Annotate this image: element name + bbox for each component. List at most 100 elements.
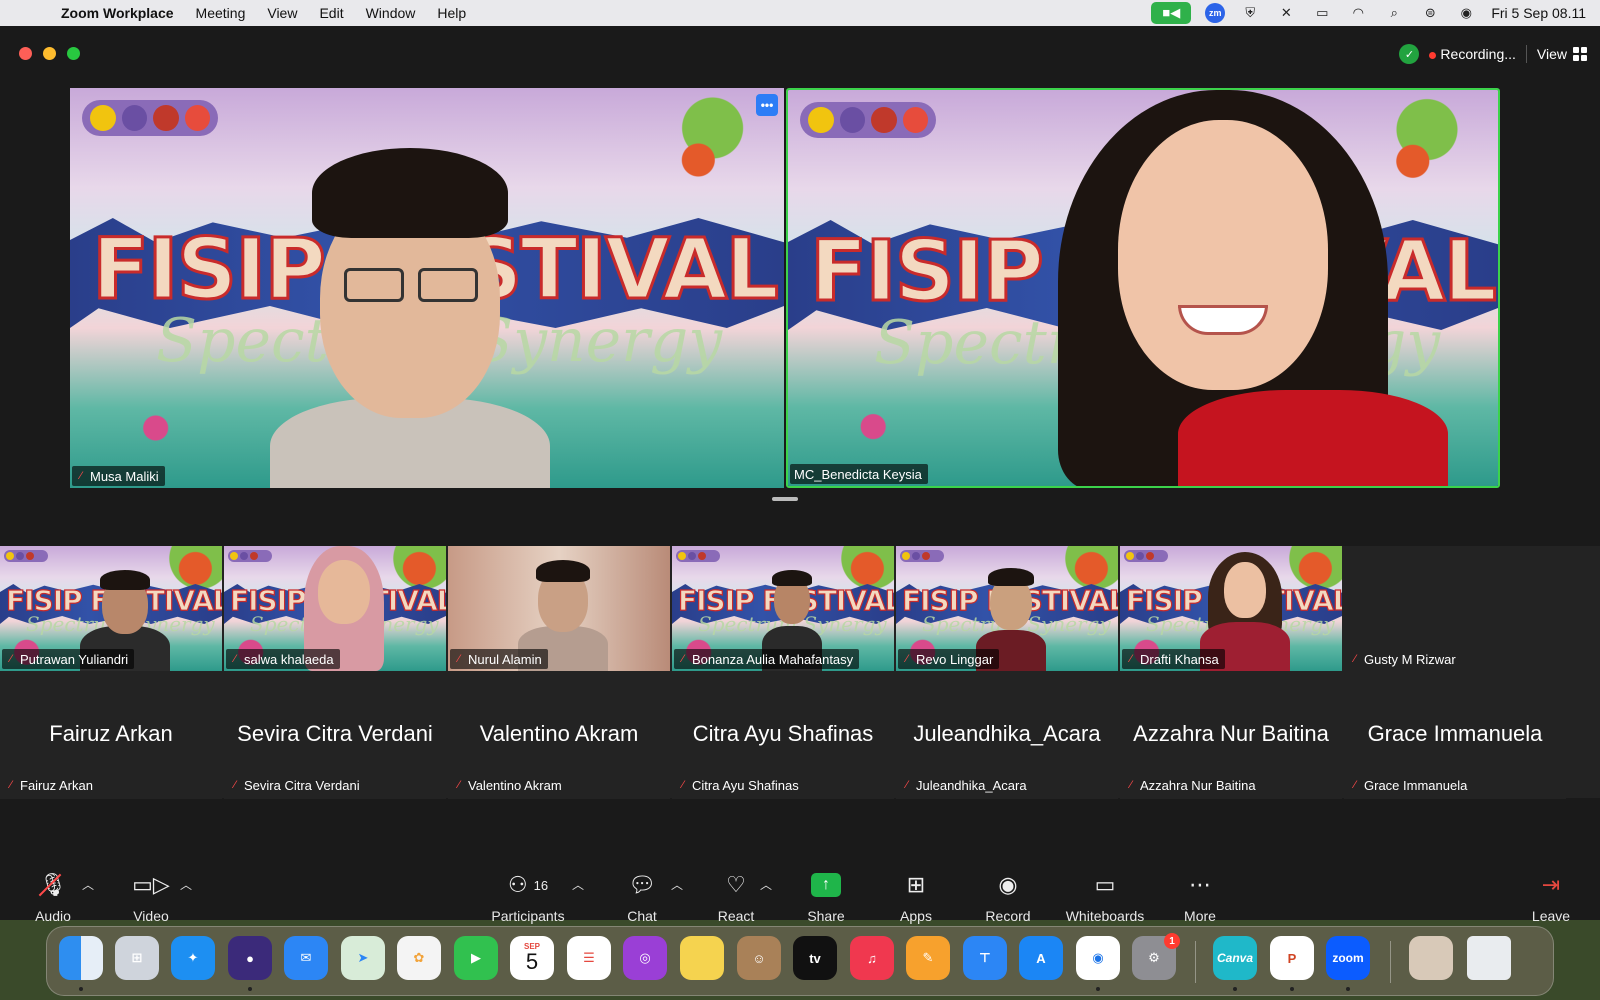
siri-icon[interactable]: ◉ bbox=[1455, 4, 1477, 22]
speaker-tile[interactable]: FISIP FESTIVAL 2025 Spectrum Synergy •••… bbox=[70, 88, 784, 488]
participants-options-caret-icon[interactable]: ︿ bbox=[572, 876, 584, 893]
bluetooth-off-icon[interactable]: ✕ bbox=[1275, 4, 1297, 22]
mic-muted-icon: ⁄ bbox=[1354, 779, 1356, 791]
participant-name-label: ⁄ Valentino Akram bbox=[450, 775, 568, 795]
menu-help[interactable]: Help bbox=[437, 5, 466, 21]
view-button[interactable]: View bbox=[1537, 46, 1587, 62]
share-button[interactable]: ↑ Share bbox=[781, 870, 871, 924]
menu-view[interactable]: View bbox=[267, 5, 297, 21]
participants-count: 16 bbox=[533, 877, 549, 893]
participant-tile[interactable]: Fairuz Arkan ⁄ Fairuz Arkan bbox=[0, 674, 222, 799]
canva-icon[interactable]: Canva bbox=[1213, 936, 1257, 980]
participants-button[interactable]: ⚇ 16 Participants bbox=[473, 870, 583, 924]
participant-name-label: ⁄ Fairuz Arkan bbox=[2, 775, 99, 795]
more-button[interactable]: ⋯ More bbox=[1155, 870, 1245, 924]
calendar-icon[interactable]: SEP 5 bbox=[510, 936, 554, 980]
security-shield-icon[interactable]: ⛨ bbox=[1239, 4, 1261, 22]
more-dots-icon: ⋯ bbox=[1189, 872, 1211, 897]
firefox-icon[interactable]: ● bbox=[228, 936, 272, 980]
mic-muted-icon: ⁄ bbox=[906, 653, 908, 665]
participant-name-label: ⁄ Drafti Khansa bbox=[1122, 649, 1225, 669]
participant-tile[interactable]: Citra Ayu Shafinas ⁄ Citra Ayu Shafinas bbox=[672, 674, 894, 799]
participant-name-label: ⁄ Juleandhika_Acara bbox=[898, 775, 1033, 795]
participant-tile[interactable]: FISIP FESTIVAL 2025Spectrum Synergy ⁄Bon… bbox=[672, 546, 894, 671]
participant-tile[interactable]: FISIP FESTIVAL 2025Spectrum Synergy ⁄Put… bbox=[0, 546, 222, 671]
apple-tv-icon[interactable]: tv bbox=[793, 936, 837, 980]
participant-tile[interactable]: Grace Immanuela ⁄ Grace Immanuela bbox=[1344, 674, 1566, 799]
mail-icon[interactable]: ✉ bbox=[284, 936, 328, 980]
wifi-icon[interactable]: ◠ bbox=[1347, 4, 1369, 22]
menu-meeting[interactable]: Meeting bbox=[196, 5, 246, 21]
record-button[interactable]: ◉ Record bbox=[963, 870, 1053, 924]
recent-document-thumbnail-icon[interactable] bbox=[1409, 936, 1453, 980]
macos-dock: ⊞ ✦ ● ✉ ➤ ✿ ▶ SEP 5 ☰ ◎ ☺ tv ♫ ✎ ⊤ A ◉ ⚙… bbox=[46, 926, 1554, 996]
participant-display-name: Citra Ayu Shafinas bbox=[692, 721, 874, 746]
participant-tile[interactable]: Valentino Akram ⁄ Valentino Akram bbox=[448, 674, 670, 799]
keynote-icon[interactable]: ⊤ bbox=[963, 936, 1007, 980]
festival-logo-icon bbox=[871, 107, 897, 133]
maps-icon[interactable]: ➤ bbox=[341, 936, 385, 980]
chat-options-caret-icon[interactable]: ︿ bbox=[671, 876, 683, 893]
window-minimize-button[interactable] bbox=[43, 47, 56, 60]
zoom-menu-icon[interactable]: zm bbox=[1205, 3, 1226, 23]
facetime-icon[interactable]: ▶ bbox=[454, 936, 498, 980]
notes-icon[interactable] bbox=[680, 936, 724, 980]
leave-button[interactable]: ⇥ Leave bbox=[1506, 870, 1596, 924]
photos-icon[interactable]: ✿ bbox=[397, 936, 441, 980]
finder-icon[interactable] bbox=[59, 936, 103, 980]
faculty-logo-icon bbox=[839, 107, 865, 133]
app-menu[interactable]: Zoom Workplace bbox=[61, 5, 174, 21]
music-icon[interactable]: ♫ bbox=[850, 936, 894, 980]
app-store-icon[interactable]: A bbox=[1019, 936, 1063, 980]
react-options-caret-icon[interactable]: ︿ bbox=[760, 876, 772, 893]
tile-more-options-button[interactable]: ••• bbox=[756, 94, 778, 116]
whiteboards-button[interactable]: ▭ Whiteboards bbox=[1050, 870, 1160, 924]
safari-icon[interactable]: ✦ bbox=[171, 936, 215, 980]
control-center-icon[interactable]: ⊜ bbox=[1419, 4, 1441, 22]
podcasts-icon[interactable]: ◎ bbox=[623, 936, 667, 980]
zoom-icon[interactable]: zoom bbox=[1326, 936, 1370, 980]
active-speaker-tile[interactable]: FISIP FESTIVAL 2025 Spectrum Synergy MC_… bbox=[786, 88, 1500, 488]
festival-logo-icon bbox=[153, 105, 179, 131]
participant-tile[interactable]: ⁄ Gusty M Rizwar bbox=[1344, 546, 1566, 671]
launchpad-icon[interactable]: ⊞ bbox=[115, 936, 159, 980]
mic-muted-icon: ⁄ bbox=[906, 779, 908, 791]
participant-tile[interactable]: Azzahra Nur Baitina ⁄ Azzahra Nur Baitina bbox=[1120, 674, 1342, 799]
menu-window[interactable]: Window bbox=[366, 5, 416, 21]
spotlight-search-icon[interactable]: ⌕ bbox=[1383, 4, 1405, 22]
participant-name-label: ⁄ Azzahra Nur Baitina bbox=[1122, 775, 1262, 795]
panel-resize-handle[interactable] bbox=[772, 497, 798, 501]
participant-tile[interactable]: FISIP FESTIVAL 2025Spectrum Synergy ⁄sal… bbox=[224, 546, 446, 671]
chrome-icon[interactable]: ◉ bbox=[1076, 936, 1120, 980]
participant-name-label: ⁄ Grace Immanuela bbox=[1346, 775, 1473, 795]
audio-options-caret-icon[interactable]: ︿ bbox=[82, 876, 94, 893]
powerpoint-icon[interactable]: P bbox=[1270, 936, 1314, 980]
recording-status[interactable]: Recording... bbox=[1429, 46, 1516, 62]
running-indicator bbox=[248, 987, 252, 991]
trash-icon[interactable] bbox=[1467, 936, 1511, 980]
running-indicator bbox=[1096, 987, 1100, 991]
running-indicator bbox=[1290, 987, 1294, 991]
window-close-button[interactable] bbox=[19, 47, 32, 60]
participant-display-name: Juleandhika_Acara bbox=[913, 721, 1101, 746]
participant-tile[interactable]: FISIP FESTIVAL 2025Spectrum Synergy ⁄Dra… bbox=[1120, 546, 1342, 671]
video-options-caret-icon[interactable]: ︿ bbox=[180, 876, 192, 893]
zoom-video-status-icon[interactable]: ■◀ bbox=[1151, 2, 1192, 24]
menu-edit[interactable]: Edit bbox=[319, 5, 343, 21]
contacts-icon[interactable]: ☺ bbox=[737, 936, 781, 980]
participant-tile[interactable]: ⁄ Nurul Alamin bbox=[448, 546, 670, 671]
window-fullscreen-button[interactable] bbox=[67, 47, 80, 60]
reminders-icon[interactable]: ☰ bbox=[567, 936, 611, 980]
encryption-shield-icon[interactable]: ✓ bbox=[1399, 44, 1420, 64]
menubar-clock[interactable]: Fri 5 Sep 08.11 bbox=[1491, 5, 1586, 21]
apps-button[interactable]: ⊞ Apps bbox=[871, 870, 961, 924]
participant-name-label: ⁄ Sevira Citra Verdani bbox=[226, 775, 366, 795]
system-settings-icon[interactable]: ⚙ 1 bbox=[1132, 933, 1180, 980]
participant-name-label: ⁄ Revo Linggar bbox=[898, 649, 1000, 669]
running-indicator bbox=[1346, 987, 1350, 991]
participant-tile[interactable]: Sevira Citra Verdani ⁄ Sevira Citra Verda… bbox=[224, 674, 446, 799]
pages-icon[interactable]: ✎ bbox=[906, 936, 950, 980]
battery-icon[interactable]: ▭ bbox=[1311, 4, 1333, 22]
participant-tile[interactable]: Juleandhika_Acara ⁄ Juleandhika_Acara bbox=[896, 674, 1118, 799]
participant-tile[interactable]: FISIP FESTIVAL 2025Spectrum Synergy ⁄Rev… bbox=[896, 546, 1118, 671]
